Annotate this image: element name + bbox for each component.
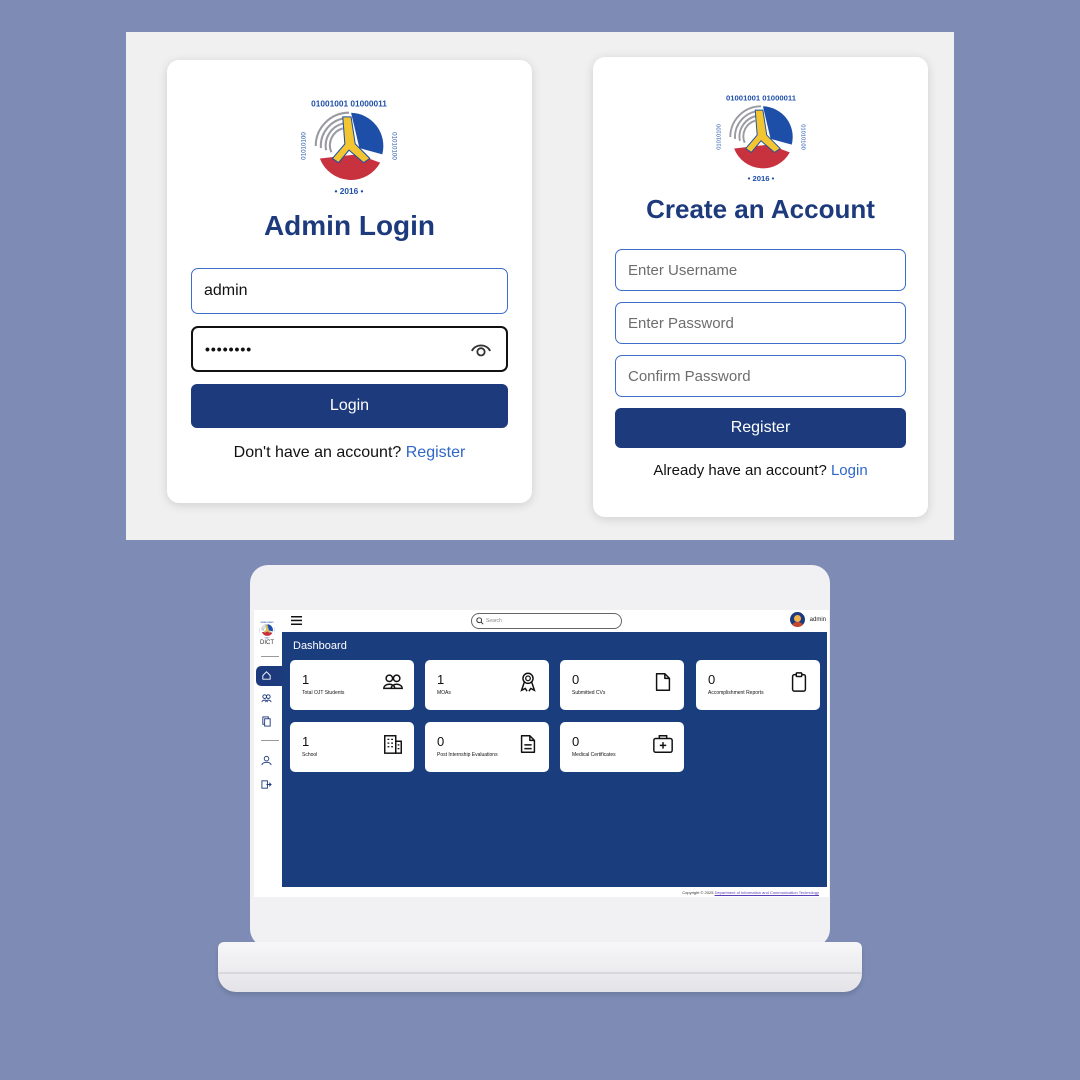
avatar xyxy=(789,612,805,627)
login-title: Admin Login xyxy=(263,210,436,241)
stat-label: School xyxy=(302,752,318,758)
users-icon xyxy=(383,674,403,690)
sidebar-logo-text: DICT xyxy=(260,640,274,646)
stat-label: Accomplishment Reports xyxy=(708,690,764,696)
auth-panel: Admin Login admin •••••••• Login Don't h… xyxy=(126,32,954,540)
sidebar-logo xyxy=(258,621,276,639)
stat-label: Total OJT Students xyxy=(302,690,345,696)
username-input[interactable]: admin xyxy=(191,268,508,314)
search-icon xyxy=(476,617,484,625)
stat-label: Medical Certificates xyxy=(572,752,616,758)
register-username-input[interactable]: Enter Username xyxy=(615,249,906,291)
stat-card-medical-certificates[interactable]: 0 Medical Certificates xyxy=(560,722,684,772)
stat-label: Submitted CVs xyxy=(572,690,606,696)
login-footer-text: Don't have an account? xyxy=(233,444,402,461)
create-account-card: Create an Account Enter Username Enter P… xyxy=(593,57,928,517)
medical-kit-icon xyxy=(653,735,673,753)
topbar: Search admin xyxy=(282,610,829,632)
password-input[interactable]: •••••••• xyxy=(191,326,508,372)
documents-icon[interactable] xyxy=(261,716,272,727)
stat-card-moas[interactable]: 1 MOAs xyxy=(425,660,549,710)
login-link[interactable]: Login xyxy=(831,462,868,479)
stat-card-ojt-students[interactable]: 1 Total OJT Students xyxy=(290,660,414,710)
document-icon xyxy=(655,673,671,691)
page-title: Dashboard xyxy=(293,640,347,652)
dashboard-screen: DICT Search admin Dashboard 1 Total OJT … xyxy=(254,610,829,897)
dict-logo xyxy=(299,97,399,197)
password-value: •••••••• xyxy=(205,341,253,357)
stat-card-post-internship-evaluations[interactable]: 0 Post Internship Evaluations xyxy=(425,722,549,772)
confirm-password-input[interactable]: Confirm Password xyxy=(615,355,906,397)
register-username-placeholder: Enter Username xyxy=(628,261,738,279)
stat-card-school[interactable]: 1 School xyxy=(290,722,414,772)
stat-value: 0 xyxy=(708,672,716,687)
login-button[interactable]: Login xyxy=(191,384,508,428)
register-footer: Already have an account? Login xyxy=(593,462,928,479)
register-button[interactable]: Register xyxy=(615,408,906,448)
stat-value: 1 xyxy=(302,672,310,687)
building-icon xyxy=(384,735,402,754)
department-link[interactable]: Department of Information and Communicat… xyxy=(715,890,819,895)
search-placeholder: Search xyxy=(486,618,502,624)
register-password-input[interactable]: Enter Password xyxy=(615,302,906,344)
stat-card-submitted-cvs[interactable]: 0 Submitted CVs xyxy=(560,660,684,710)
home-icon[interactable] xyxy=(261,670,272,681)
register-footer-text: Already have an account? xyxy=(653,462,827,479)
stat-label: Post Internship Evaluations xyxy=(437,752,498,758)
dashboard-main: Dashboard 1 Total OJT Students 1 MOAs 0 … xyxy=(282,632,827,887)
profile-icon[interactable] xyxy=(261,755,272,766)
award-icon xyxy=(520,672,536,692)
user-name: admin xyxy=(809,616,826,623)
stat-value: 1 xyxy=(437,672,445,687)
copyright-footer: Copyright © 2025 Department of Informati… xyxy=(682,890,819,895)
admin-login-card: Admin Login admin •••••••• Login Don't h… xyxy=(167,60,532,503)
stat-label: MOAs xyxy=(437,690,451,696)
stat-value: 0 xyxy=(572,734,580,749)
stat-value: 1 xyxy=(302,734,310,749)
register-password-placeholder: Enter Password xyxy=(628,314,734,332)
stat-card-accomplishment-reports[interactable]: 0 Accomplishment Reports xyxy=(696,660,820,710)
document-lines-icon xyxy=(520,735,536,753)
eye-icon[interactable] xyxy=(470,340,492,360)
search-input[interactable]: Search xyxy=(471,613,622,629)
dict-logo xyxy=(715,92,807,185)
laptop-base xyxy=(218,942,862,992)
sidebar: DICT xyxy=(254,610,282,897)
clipboard-icon xyxy=(791,672,807,692)
user-menu[interactable]: admin xyxy=(789,612,826,627)
copyright-text: Copyright © 2025 xyxy=(682,890,714,895)
register-title: Create an Account xyxy=(646,194,875,224)
confirm-password-placeholder: Confirm Password xyxy=(628,367,751,385)
login-footer: Don't have an account? Register xyxy=(167,444,532,462)
stat-value: 0 xyxy=(437,734,445,749)
logout-icon[interactable] xyxy=(261,779,272,790)
username-value: admin xyxy=(204,282,248,299)
register-link[interactable]: Register xyxy=(406,444,466,461)
menu-icon[interactable] xyxy=(291,616,302,625)
stat-value: 0 xyxy=(572,672,580,687)
users-icon[interactable] xyxy=(261,693,272,704)
